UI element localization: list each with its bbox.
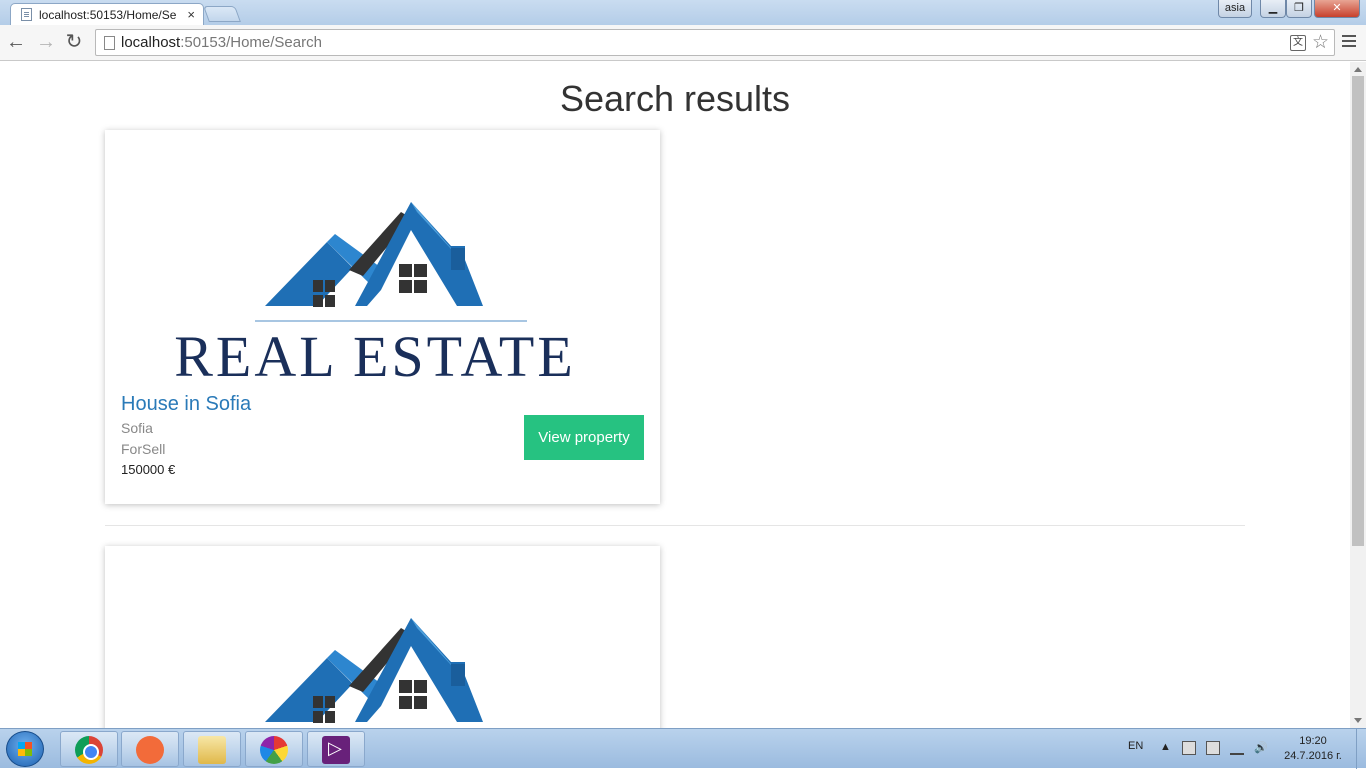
scrollbar-thumb[interactable]: [1352, 76, 1364, 546]
postman-icon: [136, 736, 164, 764]
back-button[interactable]: ←: [4, 31, 28, 55]
browser-tab[interactable]: localhost:50153/Home/Se ×: [10, 3, 204, 25]
minimize-button[interactable]: ▁: [1260, 0, 1286, 18]
page-favicon-icon: [21, 8, 32, 21]
taskbar-visual-studio[interactable]: [307, 731, 365, 767]
results-divider: [105, 525, 1245, 526]
property-image: REAL ESTATE: [105, 130, 660, 389]
property-info: House in Sofia Sofia ForSell 150000 € Vi…: [105, 380, 660, 504]
property-city: Sofia: [121, 420, 153, 436]
taskbar-explorer[interactable]: [183, 731, 241, 767]
url-text[interactable]: localhost:50153/Home/Search: [121, 34, 322, 51]
chrome-menu-icon[interactable]: [1342, 35, 1356, 49]
close-window-button[interactable]: ✕: [1314, 0, 1360, 18]
property-price: 150000 €: [121, 462, 176, 477]
picasa-icon: [260, 736, 288, 764]
start-button[interactable]: [6, 731, 44, 767]
user-profile-button[interactable]: asia: [1218, 0, 1252, 18]
visual-studio-icon: [322, 736, 350, 764]
property-card: [105, 546, 660, 728]
scroll-up-icon[interactable]: [1354, 67, 1362, 72]
maximize-button[interactable]: ❐: [1286, 0, 1312, 18]
volume-icon[interactable]: 🔊: [1254, 741, 1268, 755]
scroll-down-icon[interactable]: [1354, 718, 1362, 723]
show-desktop-button[interactable]: [1356, 729, 1366, 769]
show-hidden-icons-icon[interactable]: ▲: [1160, 741, 1171, 781]
page-icon: [104, 36, 115, 50]
tab-close-icon[interactable]: ×: [187, 7, 195, 22]
real-estate-logo: REAL ESTATE: [174, 202, 576, 389]
url-path: :50153/Home/Search: [180, 34, 322, 51]
url-host: localhost: [121, 34, 181, 51]
taskbar-picasa[interactable]: [245, 731, 303, 767]
network-icon[interactable]: [1230, 741, 1244, 755]
clock-date: 24.7.2016 г.: [1284, 750, 1342, 762]
usb-device-icon[interactable]: [1206, 741, 1220, 755]
new-tab-button[interactable]: [203, 6, 241, 22]
property-image: [105, 546, 660, 728]
real-estate-logo: [265, 618, 483, 723]
windows-taskbar: EN ▲ 🔊 19:20 24.7.2016 г.: [0, 728, 1366, 769]
page-viewport: Search results REAL ESTATE House in Sofi…: [0, 62, 1350, 728]
translate-icon[interactable]: 文: [1290, 35, 1306, 51]
page-scrollbar[interactable]: [1350, 62, 1366, 728]
browser-toolbar: ← → ↻ localhost:50153/Home/Search 文 ☆: [0, 25, 1366, 61]
chrome-icon: [75, 736, 103, 764]
folder-icon: [198, 736, 226, 764]
clock-time: 19:20: [1299, 735, 1327, 747]
logo-text: REAL ESTATE: [174, 324, 576, 380]
forward-button[interactable]: →: [34, 31, 58, 55]
view-property-button[interactable]: View property: [524, 415, 644, 460]
property-title[interactable]: House in Sofia: [121, 393, 251, 416]
tab-title: localhost:50153/Home/Se: [39, 8, 177, 22]
property-status: ForSell: [121, 441, 166, 457]
page-title: Search results: [559, 78, 791, 119]
taskbar-postman[interactable]: [121, 731, 179, 767]
title-bar: localhost:50153/Home/Se × asia ▁ ❐ ✕: [0, 0, 1366, 25]
language-indicator[interactable]: EN: [1128, 740, 1143, 780]
action-center-icon[interactable]: [1182, 741, 1196, 755]
taskbar-chrome[interactable]: [60, 731, 118, 767]
system-clock[interactable]: 19:20 24.7.2016 г.: [1278, 734, 1348, 764]
address-bar[interactable]: localhost:50153/Home/Search 文 ☆: [95, 29, 1335, 56]
reload-button[interactable]: ↻: [62, 31, 86, 55]
bookmark-star-icon[interactable]: ☆: [1312, 31, 1329, 54]
property-card: REAL ESTATE House in Sofia Sofia ForSell…: [105, 130, 660, 504]
